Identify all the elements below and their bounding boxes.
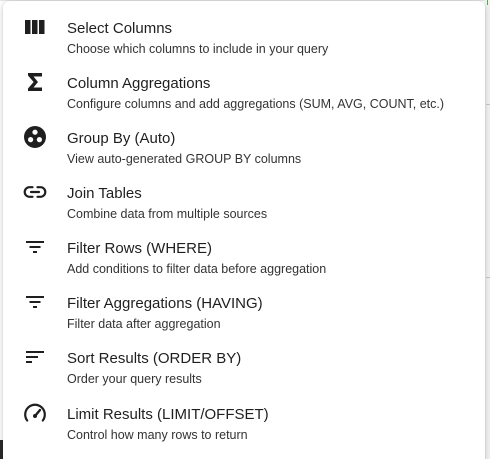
menu-item-title: Limit Results (LIMIT/OFFSET) <box>67 406 269 423</box>
menu-item-title: Group By (Auto) <box>67 130 176 147</box>
background-accent <box>487 0 488 5</box>
menu-item-title: Join Tables <box>67 185 142 202</box>
menu-item-join-tables[interactable]: Join Tables Combine data from multiple s… <box>3 166 485 221</box>
menu-item-title: Filter Aggregations (HAVING) <box>67 295 263 312</box>
columns-icon <box>23 15 47 39</box>
menu-item-description: Choose which columns to include in your … <box>67 42 329 56</box>
menu-item-description: Combine data from multiple sources <box>67 207 268 221</box>
menu-item-title: Select Columns <box>67 20 173 37</box>
menu-item-description: Order your query results <box>67 372 202 386</box>
filter-icon <box>23 235 47 259</box>
menu-item-title: Column Aggregations <box>67 75 211 92</box>
menu-item-filter-aggregations[interactable]: Filter Aggregations (HAVING) Filter data… <box>3 276 485 331</box>
query-builder-menu: Select Columns Choose which columns to i… <box>3 1 485 459</box>
menu-item-title: Sort Results (ORDER BY) <box>67 350 242 367</box>
background-tick <box>486 277 490 278</box>
menu-item-description: View auto-generated GROUP BY columns <box>67 152 302 166</box>
menu-item-description: Control how many rows to return <box>67 428 248 442</box>
background-tick <box>486 104 490 105</box>
menu-item-description: Filter data after aggregation <box>67 317 221 331</box>
filter-icon <box>23 290 47 314</box>
menu-item-filter-rows[interactable]: Filter Rows (WHERE) Add conditions to fi… <box>3 221 485 276</box>
menu-item-column-aggregations[interactable]: Column Aggregations Configure columns an… <box>3 56 485 111</box>
menu-item-limit-results[interactable]: Limit Results (LIMIT/OFFSET) Control how… <box>3 387 485 442</box>
menu-item-title: Filter Rows (WHERE) <box>67 240 212 257</box>
sigma-icon <box>23 70 47 94</box>
speed-icon <box>23 401 47 425</box>
sort-icon <box>23 345 47 369</box>
menu-item-group-by[interactable]: Group By (Auto) View auto-generated GROU… <box>3 111 485 166</box>
menu-item-description: Configure columns and add aggregations (… <box>67 97 445 111</box>
menu-item-description: Add conditions to filter data before agg… <box>67 262 327 276</box>
link-icon <box>23 180 47 204</box>
workspaces-icon <box>23 125 47 149</box>
background-right-panel <box>485 0 490 459</box>
menu-item-select-columns[interactable]: Select Columns Choose which columns to i… <box>3 1 485 56</box>
menu-item-sort-results[interactable]: Sort Results (ORDER BY) Order your query… <box>3 331 485 386</box>
